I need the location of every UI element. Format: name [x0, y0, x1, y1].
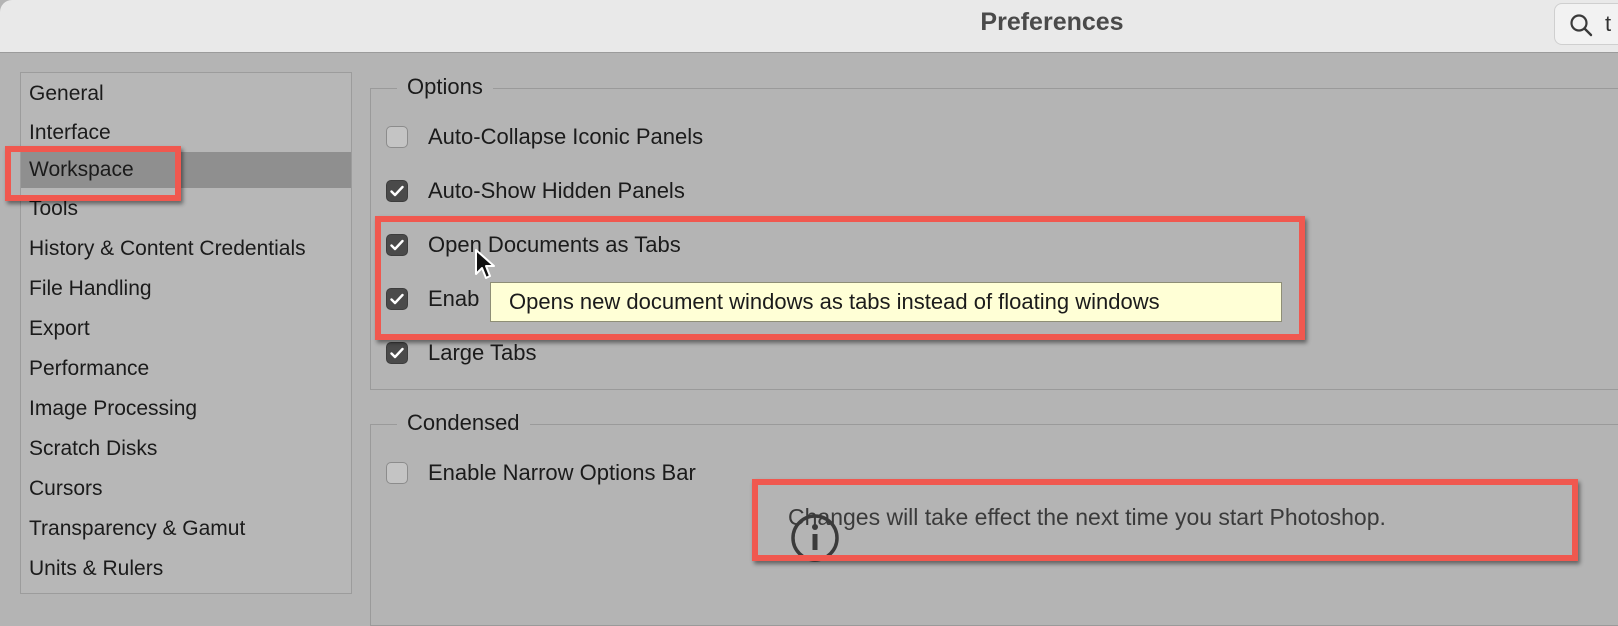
checkmark-icon [390, 185, 404, 197]
options-group-title: Options [397, 74, 493, 100]
option-large-tabs[interactable]: Large Tabs [386, 338, 536, 368]
option-label: Auto-Collapse Iconic Panels [428, 124, 704, 149]
sidebar-item-file-handling[interactable]: File Handling [21, 271, 351, 307]
auto-collapse-checkbox[interactable] [386, 126, 408, 148]
sidebar-item-history-content-credentials[interactable]: History & Content Credentials [21, 231, 351, 267]
option-label: Auto-Show Hidden Panels [428, 178, 685, 203]
highlight-box-restart-notice [752, 479, 1578, 561]
search-box[interactable] [1554, 3, 1618, 45]
narrow-options-bar-checkbox[interactable] [386, 462, 408, 484]
sidebar-item-performance[interactable]: Performance [21, 351, 351, 387]
option-enable-narrow-options-bar[interactable]: Enable Narrow Options Bar [386, 458, 696, 488]
window-title: Preferences [980, 8, 1124, 36]
highlight-box-workspace [5, 146, 181, 201]
option-auto-collapse-iconic-panels[interactable]: Auto-Collapse Iconic Panels [386, 122, 703, 152]
option-label: Large Tabs [428, 340, 537, 365]
sidebar-item-export[interactable]: Export [21, 311, 351, 347]
search-input[interactable] [1605, 10, 1618, 38]
sidebar-item-general[interactable]: General [21, 76, 351, 112]
sidebar-item-scratch-disks[interactable]: Scratch Disks [21, 431, 351, 467]
title-bar: Preferences [0, 0, 1618, 53]
option-label: Enable Narrow Options Bar [428, 460, 696, 485]
sidebar-item-transparency-gamut[interactable]: Transparency & Gamut [21, 511, 351, 547]
large-tabs-checkbox[interactable] [386, 342, 408, 364]
search-icon [1569, 13, 1593, 42]
checkmark-icon [390, 347, 404, 359]
condensed-group-title: Condensed [397, 410, 530, 436]
auto-show-checkbox[interactable] [386, 180, 408, 202]
sidebar-item-units-rulers[interactable]: Units & Rulers [21, 551, 351, 587]
sidebar-item-cursors[interactable]: Cursors [21, 471, 351, 507]
sidebar-item-image-processing[interactable]: Image Processing [21, 391, 351, 427]
highlight-box-open-documents-tooltip [375, 216, 1305, 340]
option-auto-show-hidden-panels[interactable]: Auto-Show Hidden Panels [386, 176, 685, 206]
